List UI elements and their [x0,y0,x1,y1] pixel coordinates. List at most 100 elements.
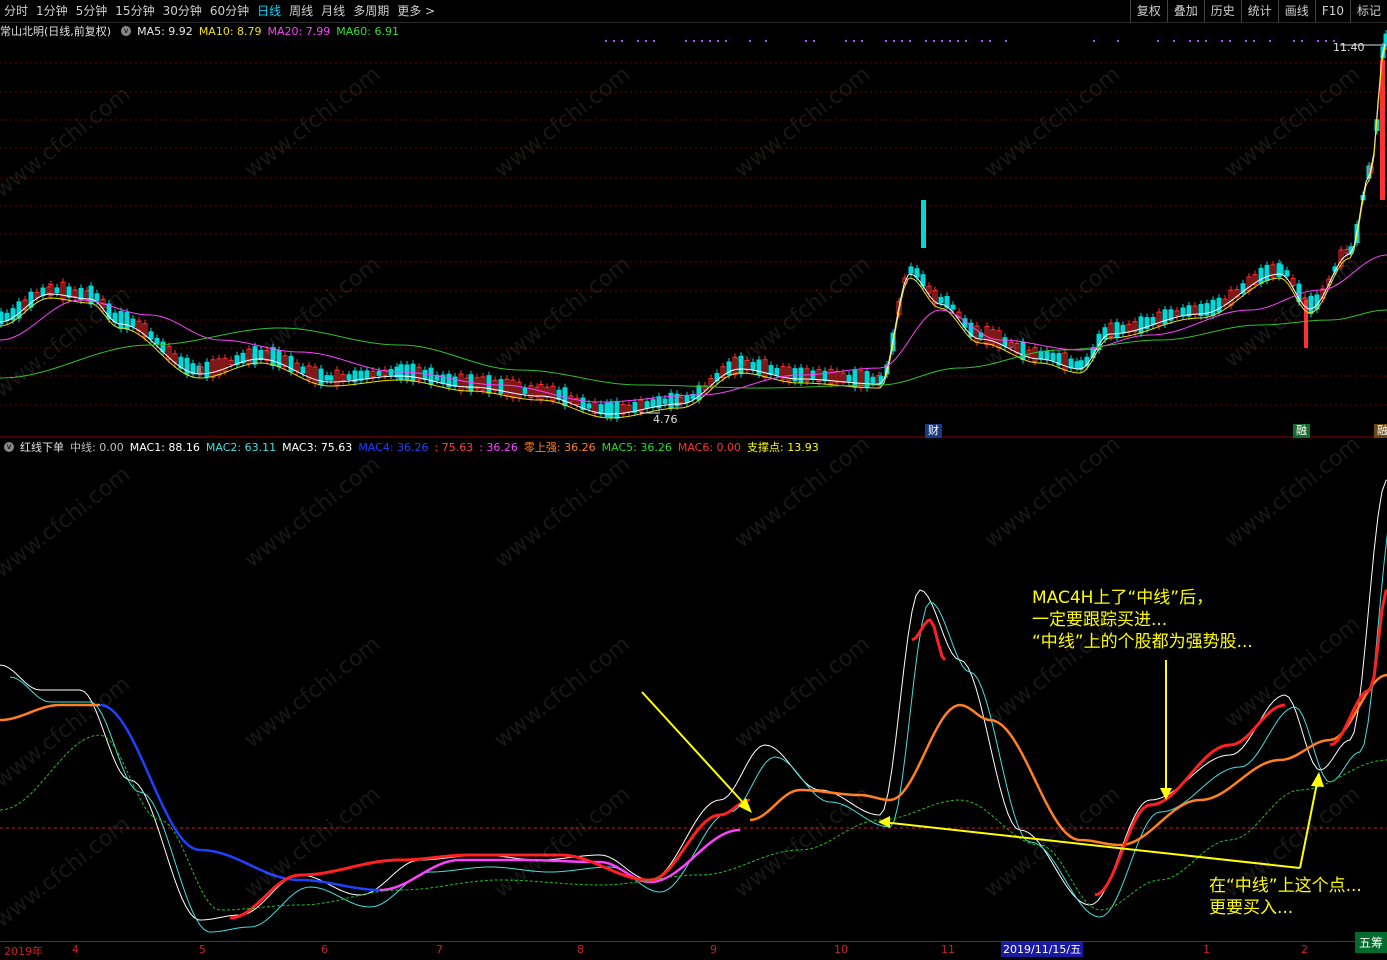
candle-body [204,361,210,378]
candle-body [1264,264,1270,282]
signal-dot [1301,40,1303,42]
signal-dot [653,40,655,42]
x-label: 9 [710,943,717,956]
signal-dot [645,40,647,42]
signal-dot [1093,40,1095,42]
candle-body [324,375,330,381]
signal-dot [901,40,903,42]
candle-body [650,399,656,408]
signal-dot [1293,40,1295,42]
annotation-top: MAC4H上了“中线”后， 一定要跟踪买进... “中线”上的个股都为强势股..… [1032,587,1253,653]
signal-dot [1253,40,1255,42]
candle-body [54,287,60,294]
candle-body [124,312,130,330]
candle-body [914,268,920,278]
candle-body [1068,358,1074,369]
candle-body [1258,267,1264,284]
candle-body [822,370,828,382]
candle-body [130,318,136,327]
signal-dot [957,40,959,42]
x-label: 11 [941,943,955,956]
candle-body [40,287,46,296]
signal-dot [701,40,703,42]
signal-dot [1317,40,1319,42]
x-label: 1 [1203,943,1210,956]
annotation-line: 在“中线”上这个点... [1209,876,1362,896]
signal-dot [949,40,951,42]
signal-dot [861,40,863,42]
candle-body [28,291,34,308]
candle-body [1180,307,1186,317]
candle-body [1120,324,1126,334]
candle-body [846,374,852,382]
candle-body [604,402,610,417]
ma5-line [0,43,1386,415]
signal-dot [1197,40,1199,42]
signal-dot [725,40,727,42]
chart-canvas[interactable] [0,0,1387,959]
arrow-head-icon [1160,788,1172,800]
signal-dot [709,40,711,42]
x-label: 4 [72,943,79,956]
signal-dot [685,40,687,42]
candle-body [684,395,690,404]
signal-dot [1229,40,1231,42]
candle-body [1114,322,1120,338]
signal-dot [605,40,607,42]
signal-dot [989,40,991,42]
x-label: 6 [321,943,328,956]
candle-body [556,389,562,400]
annotation-line: “中线”上的个股都为强势股... [1032,632,1253,652]
signal-dot [981,40,983,42]
candle-body [908,266,914,274]
candle-body [1074,361,1080,369]
mac-red-line [1329,588,1387,747]
signal-dot [749,40,751,42]
signal-dot [621,40,623,42]
signal-dot [717,40,719,42]
candle-body [1150,316,1156,326]
candle-body [608,402,614,418]
x-label: 7 [436,943,443,956]
x-label: 2 [1301,943,1308,956]
candle-body [614,400,620,419]
event-tag-rong[interactable]: 融 [1293,424,1310,438]
event-tag-cai[interactable]: 财 [925,424,942,438]
low-price-label: 4.76 [653,413,678,426]
candle-body [1216,297,1222,313]
annotation-line: MAC4H上了“中线”后， [1032,588,1214,608]
event-tag-rong-2[interactable]: 融 [1374,424,1387,438]
candle-body [300,366,306,374]
annotation-arrow [641,691,749,809]
x-label: 10 [834,943,848,956]
annotation-line [881,821,1301,869]
candle-body [644,401,650,409]
ma20-line [0,254,1387,403]
signal-dot [613,40,615,42]
candle-body [118,311,124,329]
candle-body [1138,316,1144,334]
signal-dot [805,40,807,42]
wudang-button[interactable]: 五筹 [1354,932,1387,953]
candle-body [154,337,160,345]
x-axis: 2019年 4 5 6 7 8 9 10 11 1 2 [0,941,1387,960]
candle-body [1210,299,1216,316]
signal-dot [765,40,767,42]
candle-body [1284,270,1290,277]
candle-body [428,367,434,385]
candle-body [870,376,876,383]
signal-dot [693,40,695,42]
candle-body [522,387,528,394]
candle-body [598,403,604,415]
signal-dot [965,40,967,42]
signal-dot [1157,40,1159,42]
signal-dot [941,40,943,42]
signal-dot [909,40,911,42]
candle-body [376,370,382,376]
candle-body [422,369,428,380]
candle-body [586,403,592,409]
candle-body [1162,309,1168,325]
candle-body [696,385,702,401]
annotation-line: 更要买入... [1209,898,1294,918]
signal-dot [1221,40,1223,42]
